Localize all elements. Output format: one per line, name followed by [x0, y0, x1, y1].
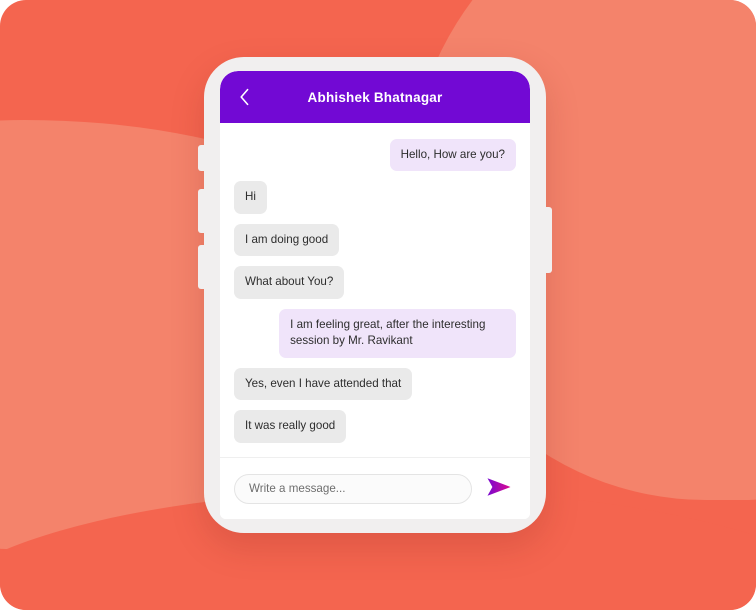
message-composer	[220, 457, 530, 519]
message-bubble[interactable]: It was really good	[234, 410, 347, 443]
message-bubble[interactable]: What about You?	[234, 266, 345, 299]
phone-button-volume-down[interactable]	[198, 245, 205, 289]
phone-mockup: Abhishek Bhatnagar Hello, How are you? Hi…	[198, 57, 552, 533]
message-bubble[interactable]: I am feeling great, after the interestin…	[279, 308, 516, 358]
phone-button-volume-up[interactable]	[198, 189, 205, 233]
message-row-incoming: It was really good	[234, 410, 516, 443]
message-row-incoming: I am doing good	[234, 223, 516, 257]
message-bubble[interactable]: I am doing good	[234, 223, 340, 257]
message-row-incoming: What about You?	[234, 266, 516, 299]
message-row-incoming: Hi	[234, 181, 516, 214]
message-bubble[interactable]: Hello, How are you?	[389, 139, 516, 172]
phone-button-power[interactable]	[545, 207, 552, 273]
scene: Abhishek Bhatnagar Hello, How are you? Hi…	[0, 0, 756, 610]
send-arrow-icon	[486, 476, 512, 501]
phone-screen: Abhishek Bhatnagar Hello, How are you? Hi…	[220, 71, 530, 519]
message-row-incoming: Yes, even I have attended that	[234, 367, 516, 401]
chat-header: Abhishek Bhatnagar	[220, 71, 530, 123]
message-bubble[interactable]: Hi	[234, 181, 267, 214]
page-title: Abhishek Bhatnagar	[307, 89, 443, 105]
send-button[interactable]	[482, 474, 516, 504]
message-list[interactable]: Hello, How are you? Hi I am doing good What…	[220, 123, 530, 457]
message-bubble[interactable]: Yes, even I have attended that	[234, 367, 413, 401]
back-button[interactable]	[228, 71, 260, 123]
message-row-outgoing: I am feeling great, after the interestin…	[234, 308, 516, 358]
message-input[interactable]	[234, 473, 472, 504]
chevron-left-icon	[239, 88, 250, 106]
phone-button-mute[interactable]	[198, 145, 205, 171]
message-row-outgoing: Hello, How are you?	[234, 139, 516, 172]
